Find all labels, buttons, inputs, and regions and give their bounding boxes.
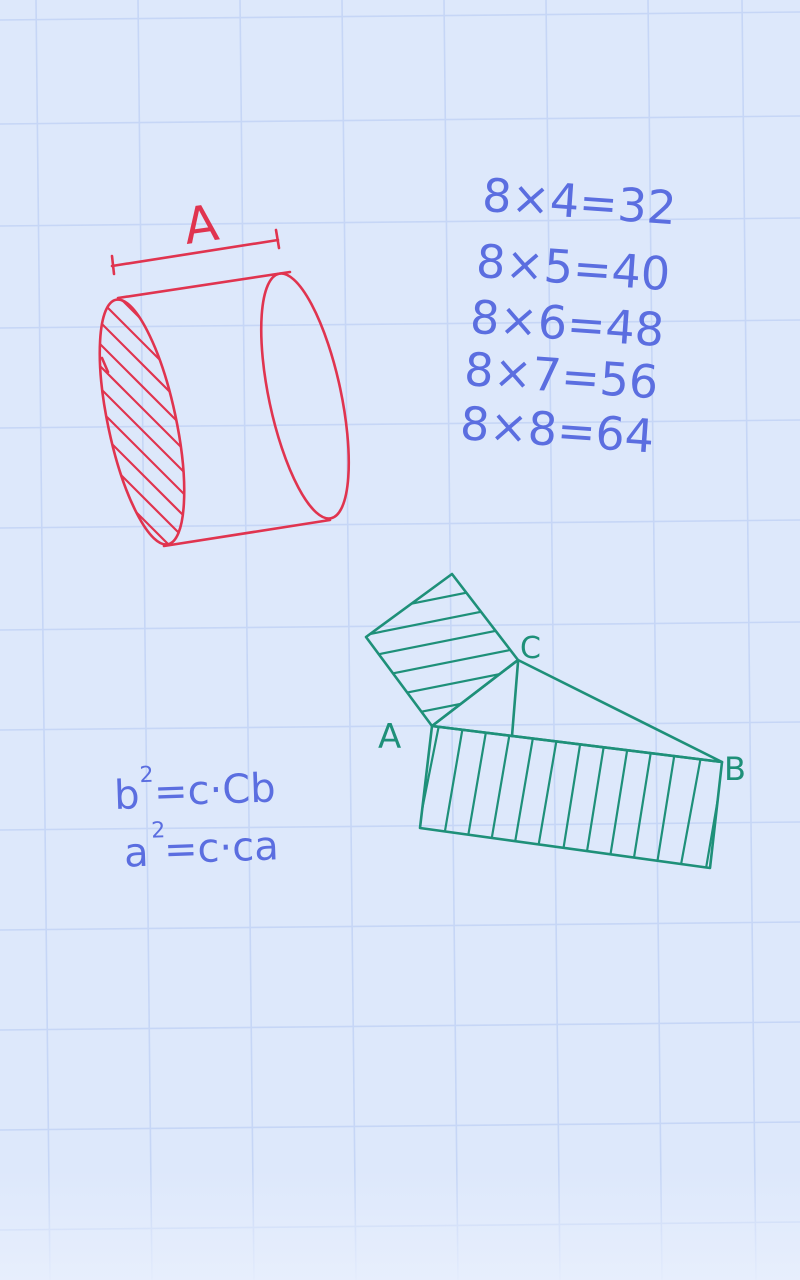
cylinder-back-face — [259, 272, 351, 520]
dimension-tick-right — [274, 228, 281, 250]
multiplication-table: 8×4=32 8×5=40 8×6=48 8×7=56 8×8=64 — [458, 168, 678, 464]
multiplication-row-1: 8×4=32 — [481, 168, 678, 235]
formula-1-base: b — [113, 772, 140, 819]
whiteboard-svg: A 8×4=32 8×5=40 8×6=48 8×7=56 8×8=64 b 2… — [0, 0, 800, 1280]
formula-1-rhs: =c·Cb — [153, 765, 276, 815]
vertex-label-a: A — [378, 717, 401, 757]
cylinder-label: A — [180, 194, 222, 256]
cylinder-bottom-edge — [162, 518, 332, 548]
canvas: A 8×4=32 8×5=40 8×6=48 8×7=56 8×8=64 b 2… — [0, 0, 800, 1280]
formula-group: b 2 =c·Cb a 2 =c·ca — [113, 763, 279, 877]
right-triangle — [430, 658, 724, 764]
formula-1-exponent: 2 — [139, 763, 154, 788]
formula-2-rhs: =c·ca — [163, 823, 279, 873]
formula-2-base: a — [123, 830, 149, 877]
dimension-tick-left — [110, 254, 116, 276]
formula-row-1: b 2 =c·Cb — [113, 763, 276, 819]
grid-paper — [0, 0, 800, 1280]
vertex-label-b: B — [724, 750, 746, 788]
vertex-label-c: C — [520, 631, 541, 666]
